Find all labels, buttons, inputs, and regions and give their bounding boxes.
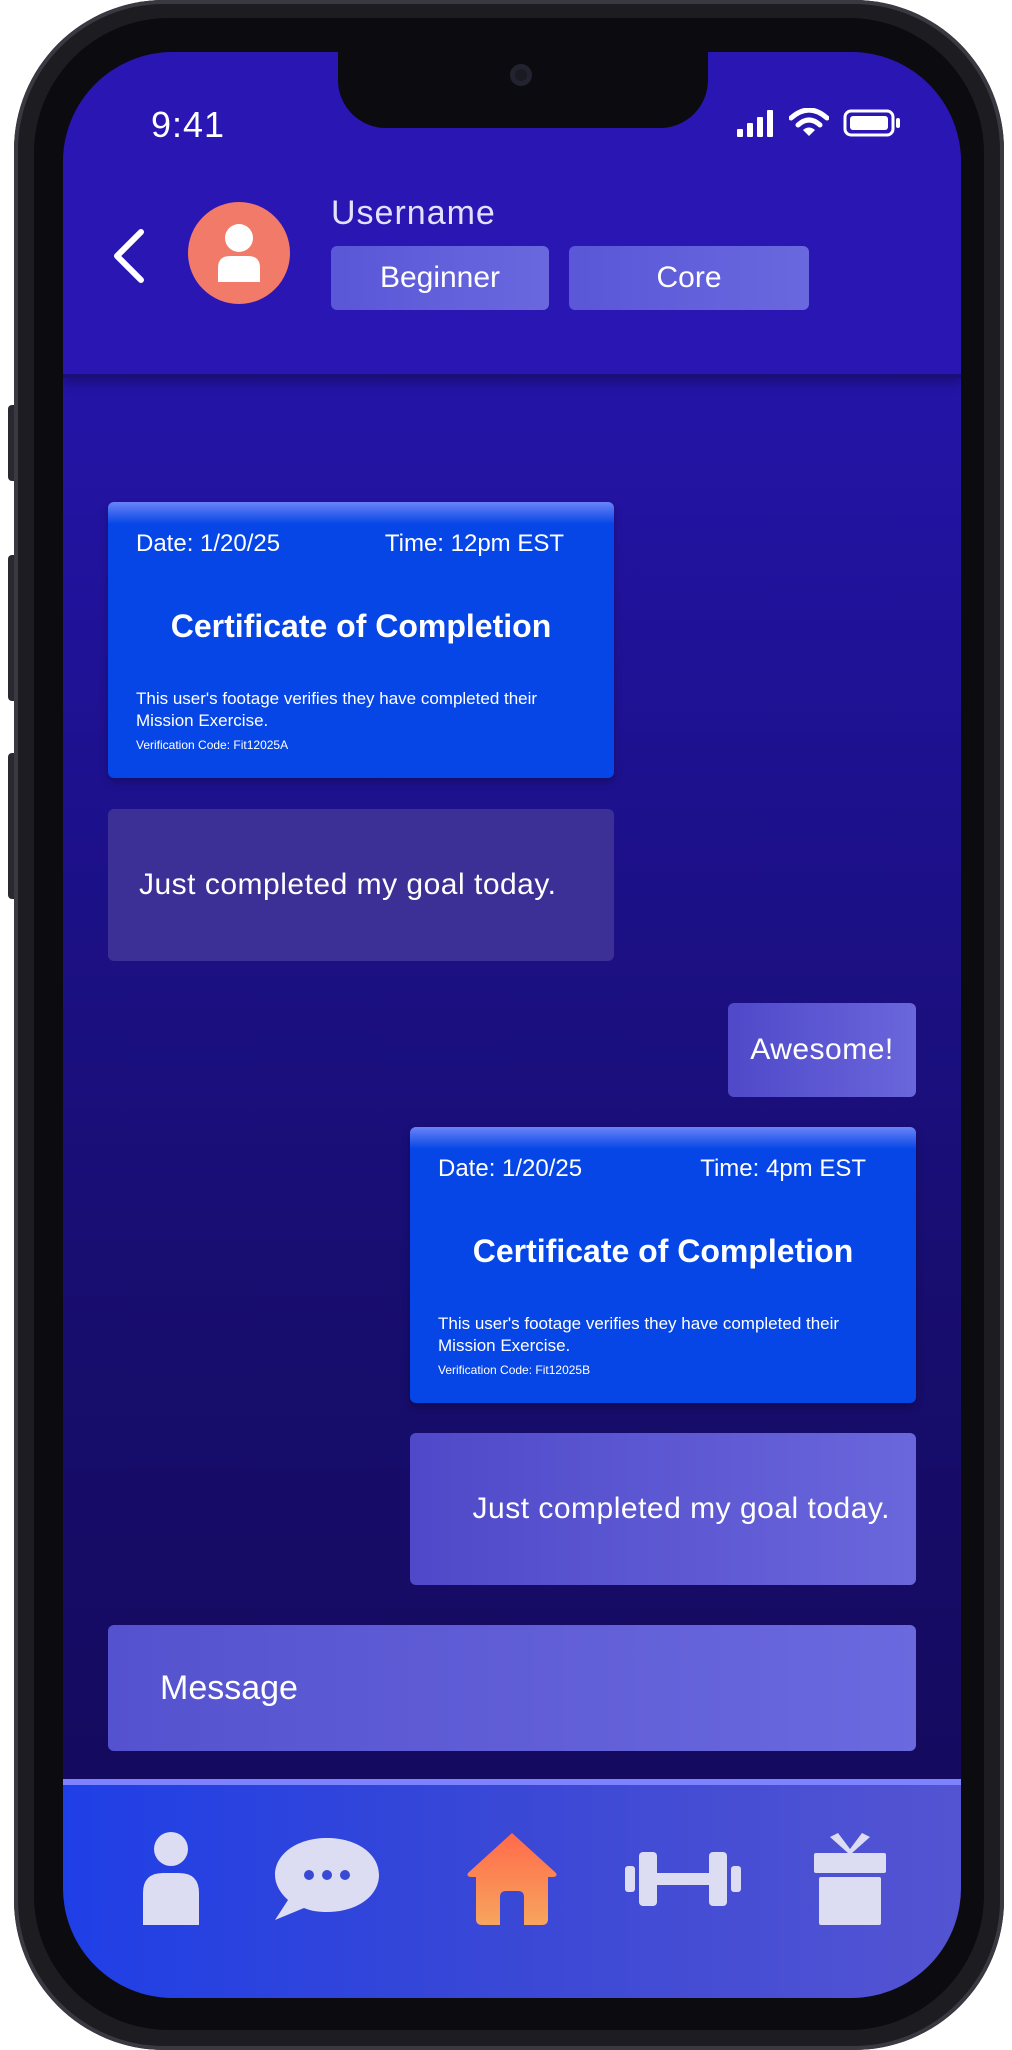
message-text: Just completed my goal today. (139, 868, 557, 901)
notch (338, 52, 708, 128)
certificate-date: Date: 1/20/25 (136, 530, 281, 557)
message-composer (108, 1625, 916, 1751)
certificate-time: Time: 12pm EST (384, 530, 564, 557)
message-bubble-sent[interactable]: Just completed my goal today. (410, 1433, 916, 1585)
certificate-body: This user's footage verifies they have c… (136, 689, 538, 730)
signal-icon (737, 110, 773, 137)
certificate-card[interactable]: Date: 1/20/25 Time: 4pm EST Certificate … (410, 1127, 916, 1403)
home-icon (467, 1833, 557, 1925)
message-text: Awesome! (750, 1033, 894, 1066)
chat-icon (275, 1838, 379, 1920)
bottom-nav (63, 1779, 961, 1998)
app-screen: Username Beginner Core 9:41 Date: 1/20/2… (63, 52, 961, 1998)
nav-home[interactable] (462, 1829, 562, 1929)
profile-icon (143, 1832, 199, 1925)
gift-icon (814, 1833, 886, 1925)
chevron-left-icon (114, 229, 144, 283)
verification-code: Verification Code: Fit12025B (438, 1363, 591, 1377)
dumbbell-icon (625, 1852, 741, 1906)
back-button[interactable] (105, 226, 155, 286)
message-input[interactable] (108, 1625, 916, 1751)
certificate-card[interactable]: Date: 1/20/25 Time: 12pm EST Certificate… (108, 502, 614, 778)
certificate-body: This user's footage verifies they have c… (438, 1314, 840, 1355)
certificate-title: Certificate of Completion (472, 1233, 854, 1269)
level-tag: Beginner (331, 246, 549, 310)
username-label: Username (331, 194, 496, 232)
message-bubble-received[interactable]: Just completed my goal today. (108, 809, 614, 961)
battery-icon (843, 109, 900, 137)
user-icon (218, 224, 260, 282)
certificate-time: Time: 4pm EST (700, 1155, 866, 1182)
wifi-icon (789, 108, 829, 136)
nav-rewards[interactable] (800, 1829, 900, 1929)
phone-frame: Username Beginner Core 9:41 Date: 1/20/2… (8, 0, 1004, 2050)
status-icons (737, 108, 901, 138)
message-bubble-sent[interactable]: Awesome! (728, 1003, 916, 1097)
nav-workouts[interactable] (623, 1829, 743, 1929)
certificate-title: Certificate of Completion (170, 608, 552, 644)
nav-profile[interactable] (121, 1829, 221, 1929)
nav-chat[interactable] (267, 1829, 387, 1929)
verification-code: Verification Code: Fit12025A (136, 738, 289, 752)
avatar[interactable] (188, 202, 290, 304)
message-text: Just completed my goal today. (472, 1492, 890, 1525)
focus-tag: Core (569, 246, 809, 310)
certificate-date: Date: 1/20/25 (438, 1155, 583, 1182)
front-camera (510, 64, 532, 86)
status-time: 9:41 (151, 104, 226, 145)
phone-body: Username Beginner Core 9:41 Date: 1/20/2… (14, 0, 1004, 2050)
